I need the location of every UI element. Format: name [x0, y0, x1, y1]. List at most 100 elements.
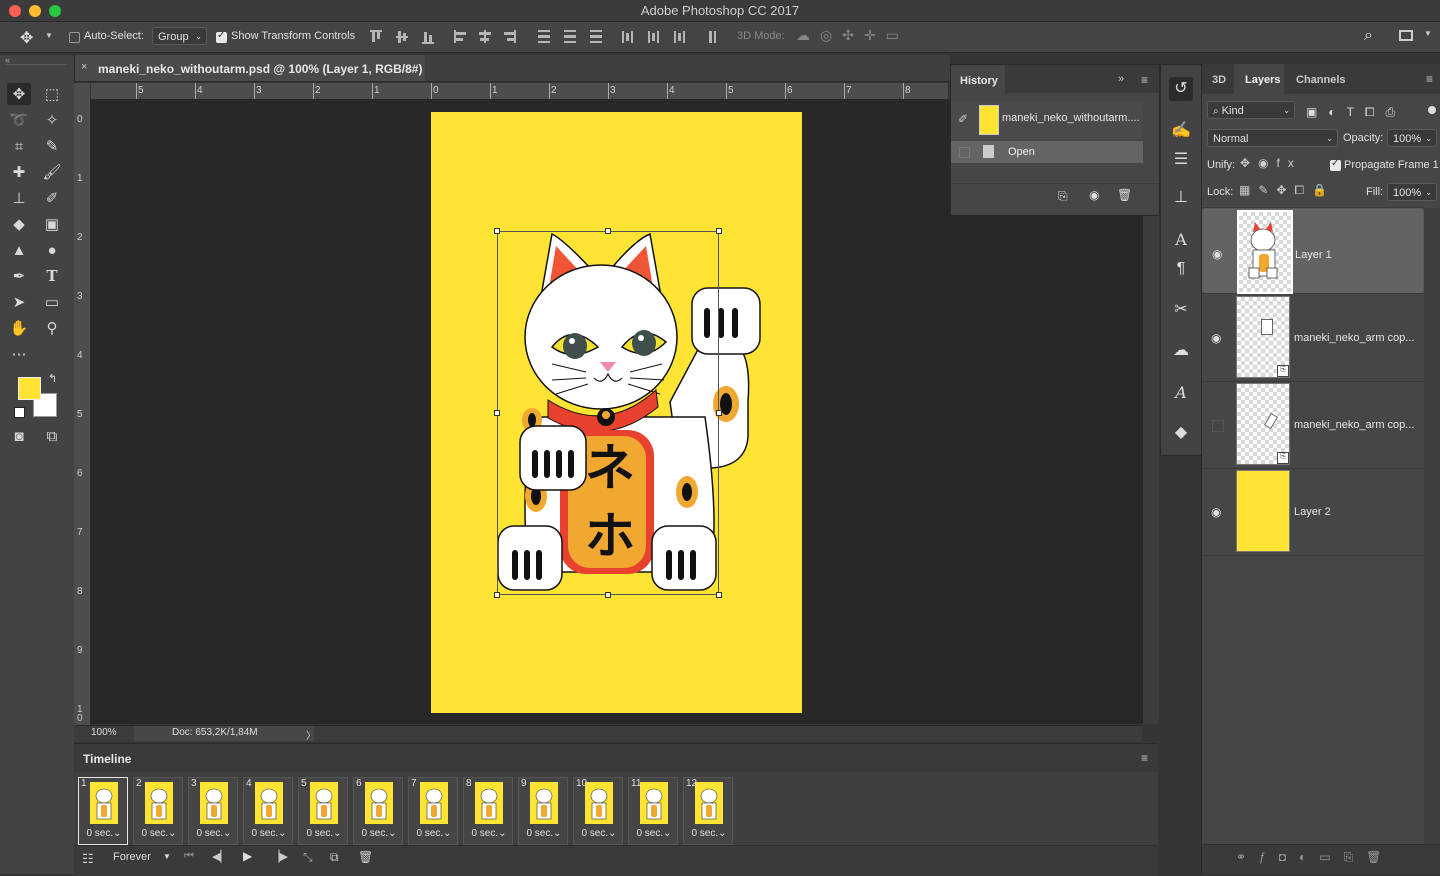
horizontal-ruler[interactable]: 5 4 3 2 1 0 1 2 3 4 5 6 7 8 — [91, 83, 948, 100]
transform-handle[interactable] — [716, 228, 722, 234]
camera-icon[interactable]: ◉ — [1089, 188, 1099, 202]
show-transform-checkbox[interactable] — [216, 30, 227, 43]
clone-source-icon[interactable]: ⊥ — [1169, 186, 1193, 210]
chevron-right-icon[interactable]: 〉 — [306, 727, 316, 742]
foreground-color-swatch[interactable] — [18, 377, 41, 400]
frame-delay[interactable]: 0 sec.⌄ — [189, 828, 239, 839]
chevron-down-icon[interactable]: ▼ — [1424, 29, 1432, 38]
history-step-open[interactable] — [951, 141, 1143, 163]
frame-delay[interactable]: 0 sec.⌄ — [409, 828, 459, 839]
layer-row[interactable]: ◉ ⎘ maneki_neko_arm cop... — [1202, 295, 1424, 382]
frame-delay[interactable]: 0 sec.⌄ — [684, 828, 734, 839]
type-tool-icon[interactable]: T — [40, 265, 64, 287]
zoom-tool-icon[interactable]: ⚲ — [40, 317, 64, 339]
layer-name[interactable]: maneki_neko_arm cop... — [1294, 419, 1414, 431]
layer-name[interactable]: Layer 1 — [1295, 246, 1332, 264]
quick-mask-icon[interactable]: ◙ — [7, 425, 31, 447]
layer-name[interactable]: maneki_neko_arm cop... — [1294, 332, 1414, 344]
panel-menu-icon[interactable]: ≡ — [1141, 751, 1148, 765]
path-selection-tool-icon[interactable]: ➤ — [7, 291, 31, 313]
move-tool-icon[interactable]: ✥ — [7, 83, 31, 105]
transform-handle[interactable] — [605, 228, 611, 234]
default-colors-icon[interactable] — [14, 407, 25, 418]
libraries-icon[interactable]: ☁ — [1169, 339, 1193, 363]
brush-tool-icon[interactable]: 🖌 — [40, 161, 64, 183]
transform-handle[interactable] — [716, 592, 722, 598]
search-icon[interactable]: ⌕ — [1364, 27, 1373, 45]
crop-tool-icon[interactable]: ⌗ — [7, 135, 31, 157]
expand-panel-icon[interactable]: » — [1118, 73, 1124, 85]
timeline-frame[interactable]: 1 0 sec.⌄ — [78, 777, 128, 845]
layer-row[interactable]: ◉ Layer 1 — [1202, 208, 1424, 294]
rectangle-tool-icon[interactable]: ▭ — [40, 291, 64, 313]
timeline-frame[interactable]: 10 0 sec.⌄ — [573, 777, 623, 845]
dodge-tool-icon[interactable]: ● — [40, 239, 64, 261]
more-tools-icon[interactable]: ⋯ — [7, 343, 31, 365]
timeline-frame[interactable]: 5 0 sec.⌄ — [298, 777, 348, 845]
history-panel-icon[interactable]: ↺ — [1169, 77, 1193, 101]
timeline-frame[interactable]: 2 0 sec.⌄ — [133, 777, 183, 845]
layer-filter-dropdown[interactable]: ⌕ Kind ⌄ — [1207, 101, 1295, 119]
previous-frame-icon[interactable]: ◀▏ — [212, 850, 229, 863]
align-distribute-icons[interactable] — [366, 28, 716, 46]
timeline-frame[interactable]: 7 0 sec.⌄ — [408, 777, 458, 845]
eraser-tool-icon[interactable]: ◆ — [7, 213, 31, 235]
screen-mode-icon[interactable]: ⧉ — [40, 425, 64, 447]
timeline-frame[interactable]: 4 0 sec.⌄ — [243, 777, 293, 845]
marquee-tool-icon[interactable]: ⬚ — [40, 83, 64, 105]
hand-tool-icon[interactable]: ✋ — [7, 317, 31, 339]
auto-select-dropdown[interactable]: Group ⌄ — [152, 27, 207, 45]
visibility-eye-icon[interactable]: ◉ — [1211, 505, 1221, 519]
timeline-frame[interactable]: 11 0 sec.⌄ — [628, 777, 678, 845]
transform-bounding-box[interactable] — [497, 231, 719, 595]
history-brush-source-icon[interactable]: ✐ — [958, 112, 968, 126]
next-frame-icon[interactable]: ▕▶ — [271, 850, 288, 863]
visibility-eye-icon[interactable]: ◉ — [1211, 331, 1221, 345]
3d-mode-icons[interactable]: ☁◎✣✛▭ — [796, 27, 909, 44]
frame-delay[interactable]: 0 sec.⌄ — [464, 828, 514, 839]
workspace-icon[interactable] — [1399, 30, 1413, 41]
glyphs-icon[interactable]: A — [1169, 381, 1193, 405]
vertical-ruler[interactable]: 0 1 2 3 4 5 6 7 8 9 1 0 — [74, 99, 91, 726]
adjustments-icon[interactable]: ☰ — [1169, 148, 1193, 172]
layer-filter-icons[interactable]: ▣◐T⧠⎙ — [1306, 105, 1406, 120]
transform-handle[interactable] — [494, 592, 500, 598]
move-tool-preset-icon[interactable]: ✥ — [20, 28, 33, 48]
propagate-frame-checkbox[interactable] — [1330, 158, 1341, 171]
history-source-checkbox[interactable] — [959, 147, 970, 158]
opacity-field[interactable]: 100% ⌄ — [1387, 129, 1437, 147]
auto-select-checkbox[interactable] — [69, 32, 80, 43]
frame-delay[interactable]: 0 sec.⌄ — [299, 828, 349, 839]
filter-toggle[interactable] — [1428, 106, 1436, 114]
layer-row[interactable]: ◉ Layer 2 — [1202, 469, 1424, 556]
gradient-tool-icon[interactable]: ▣ — [40, 213, 64, 235]
tween-icon[interactable]: ⤡ — [303, 850, 313, 865]
zoom-level[interactable]: 100% — [91, 727, 117, 738]
tab-channels[interactable]: Channels — [1296, 74, 1346, 86]
panel-menu-icon[interactable]: ≡ — [1426, 72, 1433, 86]
blur-tool-icon[interactable]: ▲ — [7, 239, 31, 261]
eyedropper-tool-icon[interactable]: ✎ — [40, 135, 64, 157]
loop-dropdown[interactable]: Forever — [113, 851, 151, 863]
timeline-options-icon[interactable]: ☷ — [82, 851, 94, 867]
transform-handle[interactable] — [494, 228, 500, 234]
transform-handle[interactable] — [716, 410, 722, 416]
chevron-down-icon[interactable]: ▼ — [45, 31, 53, 40]
new-document-from-state-icon[interactable]: ⎘ — [1058, 189, 1068, 204]
swap-colors-icon[interactable]: ↰ — [48, 372, 57, 385]
frame-delay[interactable]: 0 sec.⌄ — [134, 828, 184, 839]
duplicate-frame-icon[interactable]: ⧉ — [330, 850, 339, 865]
timeline-frame[interactable]: 6 0 sec.⌄ — [353, 777, 403, 845]
document-tab[interactable]: × maneki_neko_withoutarm.psd @ 100% (Lay… — [75, 55, 425, 81]
close-tab-icon[interactable]: × — [81, 61, 87, 73]
fill-field[interactable]: 100% ⌄ — [1387, 183, 1437, 201]
frame-delay[interactable]: 0 sec.⌄ — [574, 828, 624, 839]
history-brush-tool-icon[interactable]: ✐ — [40, 187, 64, 209]
transform-handle[interactable] — [605, 592, 611, 598]
paragraph-panel-icon[interactable]: ¶ — [1169, 257, 1193, 281]
chevron-down-icon[interactable]: ▼ — [163, 852, 171, 861]
frame-delay[interactable]: 0 sec.⌄ — [79, 828, 129, 839]
first-frame-icon[interactable]: ⏮ — [184, 850, 194, 863]
layers-footer-icons[interactable]: ⚭ƒ◘◐▭⎘🗑 — [1236, 850, 1394, 865]
character-panel-icon[interactable]: A — [1169, 228, 1193, 252]
